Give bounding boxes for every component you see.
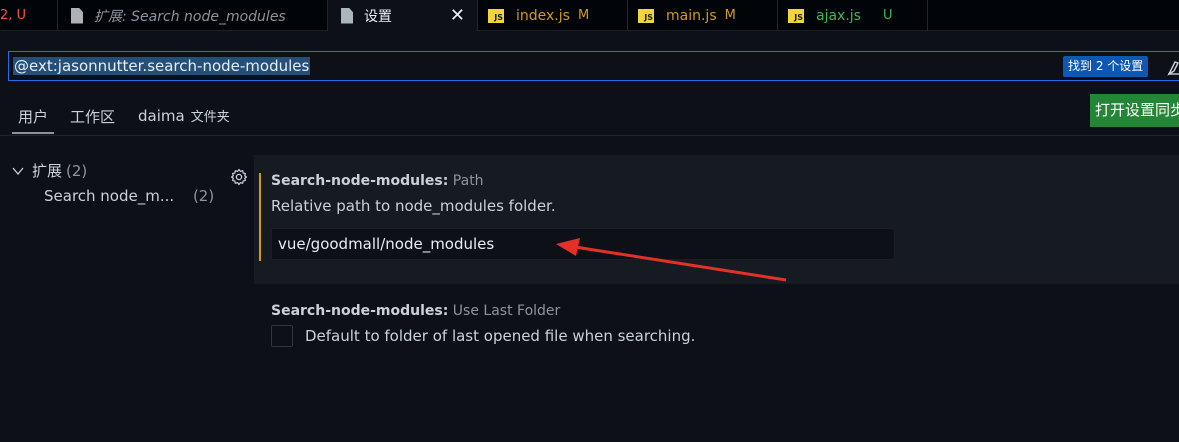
setting-name: Use Last Folder — [452, 303, 561, 319]
setting-description-last-folder: Default to folder of last opened file wh… — [305, 327, 696, 345]
tree-group-label: 扩展 — [32, 162, 63, 180]
tab-label: index.js — [516, 7, 570, 24]
tab-main-js[interactable]: JS main.js M — [628, 0, 778, 31]
setting-name: Path — [452, 173, 484, 189]
path-input[interactable] — [271, 228, 895, 260]
active-tab-indicator — [12, 132, 54, 134]
settings-search-box[interactable]: @ext:jasonnutter.search-node-modules 找到 … — [8, 51, 1179, 81]
tree-item-count: (2) — [192, 187, 215, 205]
git-status-badge: M — [724, 8, 736, 23]
tree-group-extensions[interactable]: 扩展 (2) — [12, 160, 87, 181]
javascript-file-icon: JS — [788, 8, 804, 23]
use-last-folder-checkbox[interactable] — [271, 325, 293, 347]
tab-label: 2, U — [0, 8, 27, 23]
tab-folder[interactable]: daima 文件夹 — [138, 106, 230, 125]
tab-index-js[interactable]: JS index.js M — [478, 0, 628, 31]
tab-ajax-js[interactable]: JS ajax.js U — [778, 0, 928, 31]
turn-on-settings-sync-button[interactable]: 打开设置同步 — [1090, 94, 1179, 127]
setting-category: Search-node-modules: — [271, 173, 449, 189]
tab-label: main.js — [666, 7, 717, 24]
file-icon — [70, 7, 84, 24]
git-status-badge: U — [882, 8, 893, 23]
tab-label: 扩展: Search node_modules — [94, 8, 286, 25]
javascript-file-icon: JS — [638, 8, 654, 23]
search-input[interactable]: @ext:jasonnutter.search-node-modules — [13, 57, 311, 75]
tab-user[interactable]: 用户 — [18, 106, 48, 127]
javascript-file-icon: JS — [488, 8, 504, 23]
tab-partial[interactable]: 2, U — [0, 0, 58, 31]
clear-filter-icon[interactable] — [1165, 57, 1179, 77]
git-status-badge: M — [577, 8, 590, 23]
results-count-badge: 找到 2 个设置 — [1063, 56, 1149, 77]
close-icon[interactable]: ✕ — [450, 5, 465, 26]
tree-item-search-node-modules[interactable]: Search node_m... (2) — [44, 187, 214, 205]
tree-group-count: (2) — [66, 161, 88, 180]
gear-icon[interactable] — [230, 168, 248, 186]
tab-extension[interactable]: 扩展: Search node_modules — [58, 0, 328, 31]
file-icon — [340, 7, 354, 24]
tree-item-label: Search node_m... — [44, 187, 175, 205]
focus-indicator — [259, 173, 261, 261]
editor-tab-bar: 2, U 扩展: Search node_modules 设置 ✕ JS ind… — [0, 0, 1179, 31]
setting-description-path: Relative path to node_modules folder. — [271, 197, 556, 215]
tab-settings[interactable]: 设置 ✕ — [328, 0, 478, 31]
folder-name: daima — [138, 107, 185, 125]
settings-scope-tabs: 用户 工作区 daima 文件夹 — [0, 96, 1179, 136]
setting-category: Search-node-modules: — [271, 303, 449, 319]
tab-workspace[interactable]: 工作区 — [70, 106, 115, 127]
folder-sublabel: 文件夹 — [190, 110, 230, 125]
chevron-down-icon — [12, 167, 24, 175]
setting-title-path: Search-node-modules: Path — [271, 173, 484, 189]
tab-label: ajax.js — [816, 7, 861, 24]
tab-label: 设置 — [364, 8, 392, 25]
setting-title-last-folder: Search-node-modules: Use Last Folder — [271, 303, 560, 319]
